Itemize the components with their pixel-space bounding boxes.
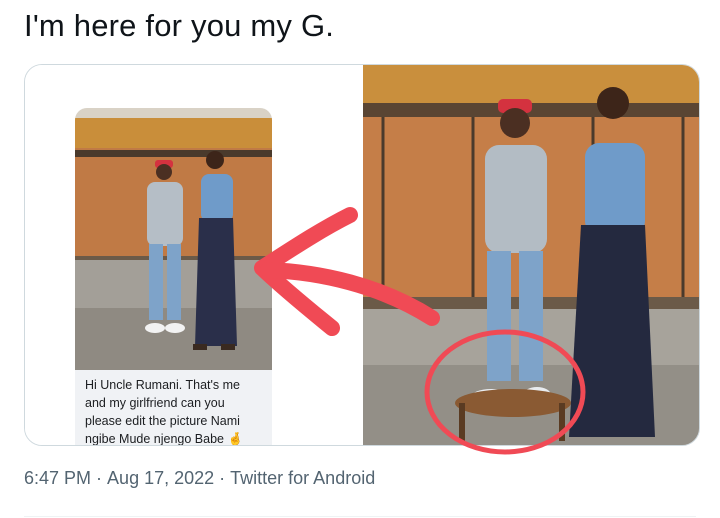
chat-message-line: Hi Uncle Rumani. That's me <box>85 378 240 392</box>
tweet-date[interactable]: Aug 17, 2022 <box>107 468 214 489</box>
media-image-right[interactable] <box>363 65 699 445</box>
meta-separator: · <box>91 468 108 488</box>
meta-separator: · <box>214 468 231 488</box>
chat-message-line: ngibe Mude njengo Babe 🤞 <box>85 432 244 446</box>
tweet-text: I'm here for you my G. <box>24 8 335 43</box>
divider <box>24 516 696 517</box>
tweet-source[interactable]: Twitter for Android <box>230 468 375 489</box>
tweet-media[interactable]: Hi Uncle Rumani. That's me and my girlfr… <box>24 64 700 446</box>
couple-photo-edited <box>363 65 699 445</box>
tweet-meta: 6:47 PM · Aug 17, 2022 · Twitter for And… <box>24 468 375 489</box>
media-image-left[interactable]: Hi Uncle Rumani. That's me and my girlfr… <box>25 65 361 445</box>
chat-message-line: and my girlfriend can you <box>85 396 225 410</box>
couple-photo-small <box>75 108 272 370</box>
tweet-time[interactable]: 6:47 PM <box>24 468 91 489</box>
chat-message-line: please edit the picture Nami <box>85 414 240 428</box>
chat-screenshot: Hi Uncle Rumani. That's me and my girlfr… <box>75 108 272 446</box>
chat-message: Hi Uncle Rumani. That's me and my girlfr… <box>85 376 265 446</box>
